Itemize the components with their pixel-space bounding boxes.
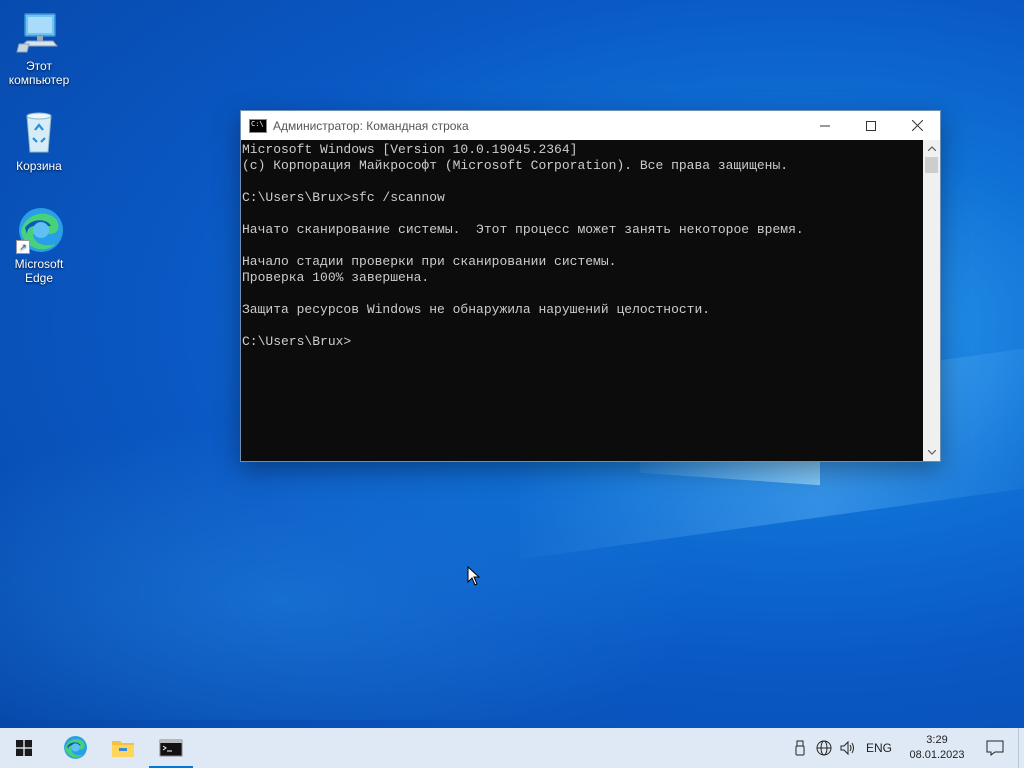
maximize-icon — [866, 120, 876, 131]
file-explorer-icon — [112, 741, 134, 757]
network-button[interactable] — [812, 728, 836, 768]
cmd-icon: C:\ — [249, 118, 267, 133]
console-line: (c) Корпорация Майкрософт (Microsoft Cor… — [242, 158, 789, 173]
edge-icon: ↗ — [15, 206, 63, 254]
console-line: C:\Users\Brux> — [242, 334, 352, 349]
wallpaper-glow — [0, 420, 700, 720]
scroll-thumb[interactable] — [925, 157, 938, 173]
shortcut-arrow-icon: ↗ — [16, 240, 30, 254]
desktop-icon-label: Корзина — [16, 159, 62, 173]
desktop-icon-this-pc[interactable]: Этот компьютер — [1, 8, 77, 87]
minimize-icon — [820, 125, 830, 126]
cmd-window[interactable]: C:\ Администратор: Командная строка Micr… — [240, 110, 941, 462]
clock-time: 3:29 — [926, 734, 948, 746]
edge-icon — [64, 736, 87, 759]
maximize-button[interactable] — [848, 111, 894, 140]
console-line: Начало стадии проверки при сканировании … — [242, 254, 617, 269]
usb-device-button[interactable] — [788, 728, 812, 768]
clock[interactable]: 3:29 08.01.2023 — [902, 733, 972, 763]
globe-icon — [816, 740, 832, 756]
usb-icon — [795, 740, 805, 756]
mouse-cursor-icon — [467, 566, 481, 586]
taskbar: ENG 3:29 08.01.2023 — [0, 728, 1024, 768]
close-button[interactable] — [894, 111, 940, 140]
console-line: C:\Users\Brux>sfc /scannow — [242, 190, 445, 205]
minimize-button[interactable] — [802, 111, 848, 140]
notification-icon — [986, 740, 1004, 756]
speaker-icon — [840, 740, 854, 756]
console-line: Начато сканирование системы. Этот процес… — [242, 222, 804, 237]
start-button[interactable] — [0, 728, 48, 768]
show-desktop-button[interactable] — [1018, 728, 1024, 768]
system-tray: ENG 3:29 08.01.2023 — [788, 728, 1024, 768]
clock-date: 08.01.2023 — [909, 749, 965, 761]
taskbar-file-explorer-button[interactable] — [99, 728, 147, 768]
console-line: Проверка 100% завершена. — [242, 270, 430, 285]
desktop-icon-recycle-bin[interactable]: Корзина — [1, 108, 77, 173]
taskbar-edge-button[interactable] — [51, 728, 99, 768]
volume-button[interactable] — [836, 728, 860, 768]
cmd-titlebar[interactable]: C:\ Администратор: Командная строка — [241, 111, 940, 140]
computer-icon — [15, 8, 63, 56]
close-icon — [911, 120, 923, 131]
taskbar-cmd-button[interactable] — [147, 728, 195, 768]
window-title: Администратор: Командная строка — [273, 118, 469, 133]
chevron-down-icon — [927, 450, 936, 455]
desktop-icon-label: Microsoft Edge — [14, 257, 64, 285]
chevron-up-icon — [927, 146, 936, 151]
desktop-icon-label: Этот компьютер — [8, 59, 70, 87]
cmd-icon — [159, 739, 183, 757]
recycle-bin-icon — [15, 108, 63, 156]
action-center-button[interactable] — [972, 728, 1018, 768]
window-controls — [802, 111, 940, 140]
desktop-icon-edge[interactable]: ↗ Microsoft Edge — [1, 206, 77, 285]
start-icon — [16, 740, 32, 756]
console-line: Microsoft Windows [Version 10.0.19045.23… — [242, 142, 578, 157]
console-line: Защита ресурсов Windows не обнаружила на… — [242, 302, 711, 317]
scroll-up-button[interactable] — [923, 140, 940, 157]
scroll-down-button[interactable] — [923, 444, 940, 461]
console-output[interactable]: Microsoft Windows [Version 10.0.19045.23… — [241, 140, 923, 461]
vertical-scrollbar[interactable] — [923, 140, 940, 461]
language-indicator[interactable]: ENG — [860, 741, 902, 755]
